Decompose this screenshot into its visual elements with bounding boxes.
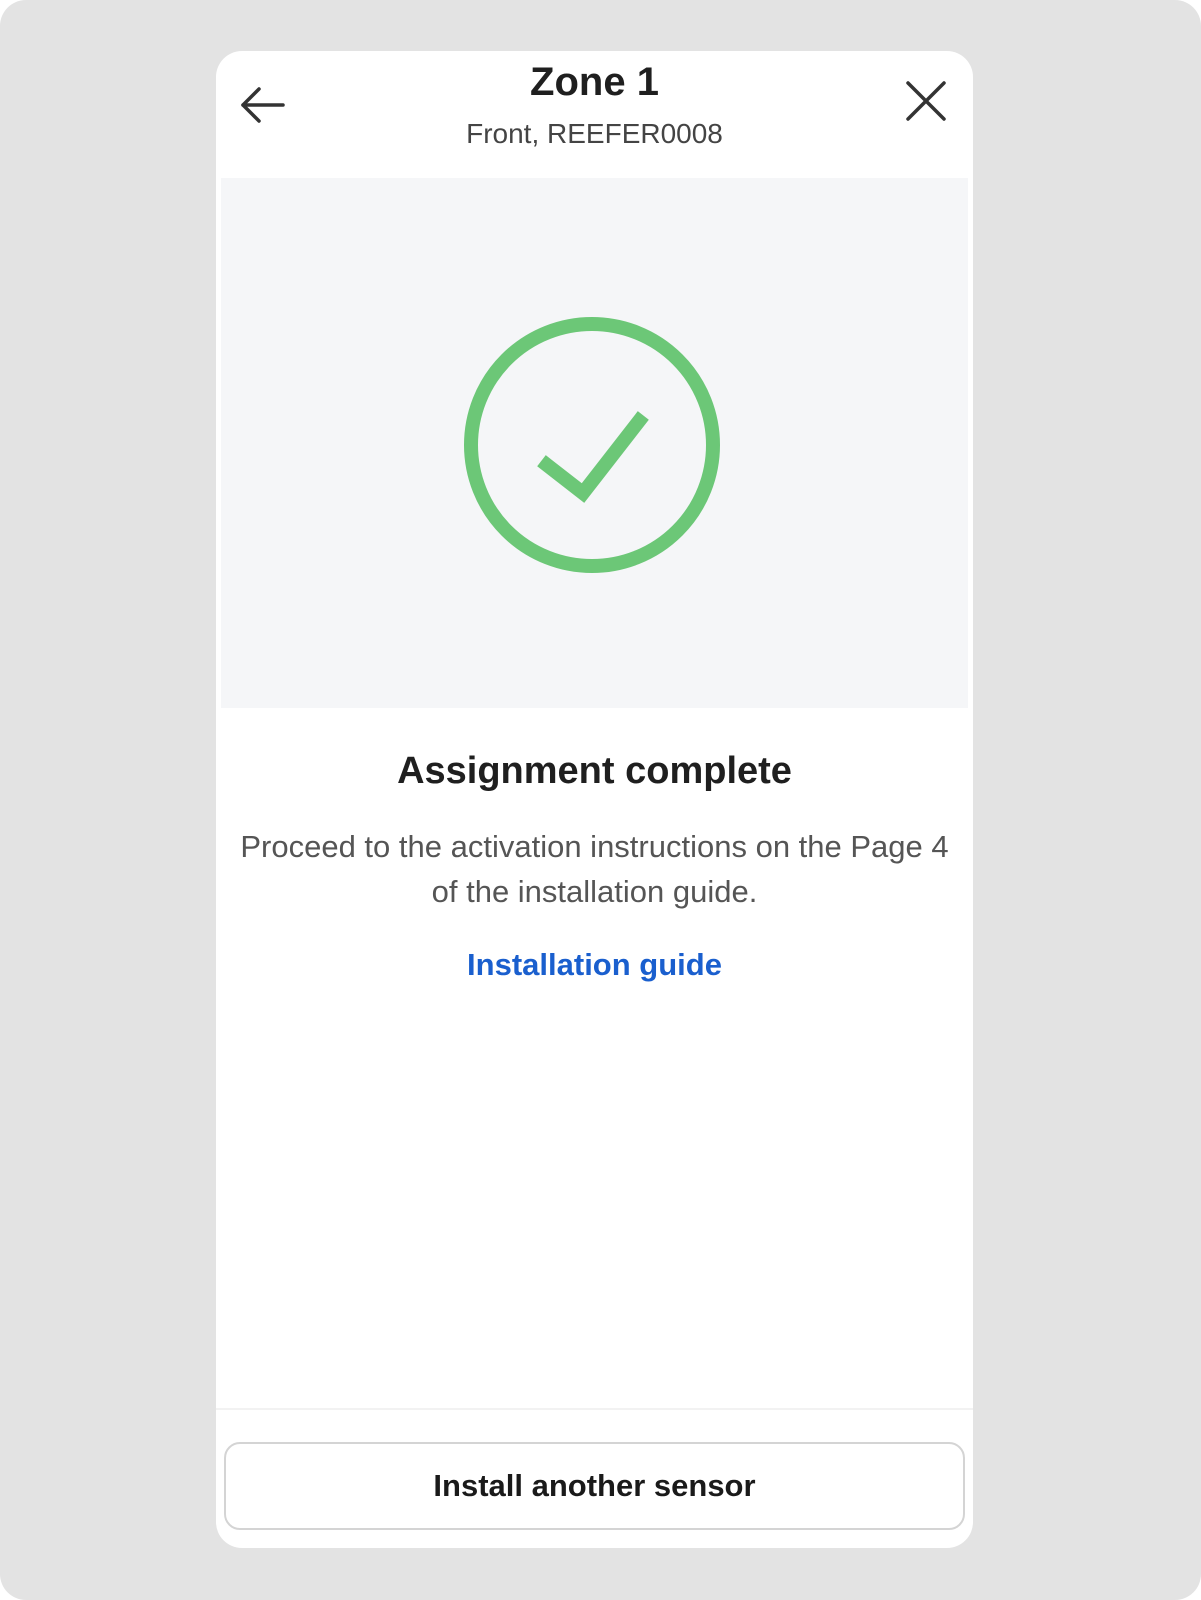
close-icon (906, 81, 946, 121)
status-description: Proceed to the activation instructions o… (240, 829, 949, 909)
installation-guide-link[interactable]: Installation guide (216, 945, 973, 985)
install-another-sensor-label: Install another sensor (433, 1468, 756, 1503)
check-circle-icon (464, 317, 720, 573)
page-title: Zone 1 (530, 60, 659, 104)
status-heading: Assignment complete (397, 750, 792, 792)
header-bar: Zone 1 Front, REEFER0008 (216, 51, 973, 178)
page-subtitle: Front, REEFER0008 (466, 118, 723, 149)
app-screen: Zone 1 Front, REEFER0008 Assignment comp… (216, 51, 973, 1548)
success-illustration (221, 178, 968, 708)
close-button[interactable] (898, 73, 954, 129)
install-another-sensor-button[interactable]: Install another sensor (224, 1442, 965, 1530)
footer-divider (216, 1408, 973, 1410)
